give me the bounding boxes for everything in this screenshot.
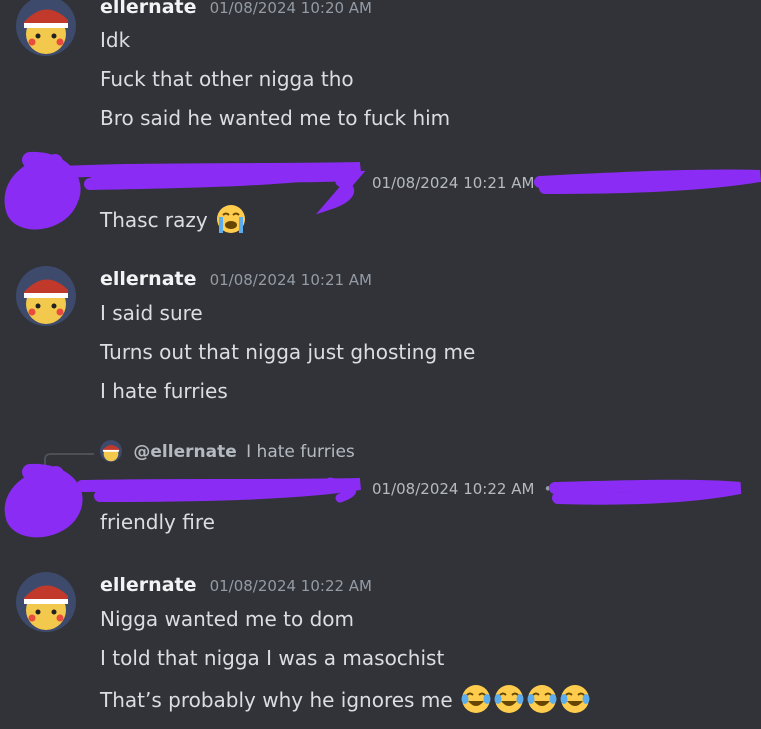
avatar[interactable] [16, 472, 76, 532]
username[interactable]: ellernate [100, 268, 196, 290]
pikachu-avatar-icon [100, 440, 122, 462]
message-header: ellernate 01/08/2024 10:21 AM [100, 268, 372, 292]
username[interactable]: ellernate [100, 0, 196, 18]
message-line: friendly fire [100, 510, 215, 534]
face-with-tears-of-joy-icon [461, 685, 491, 713]
face-with-tears-of-joy-icon [560, 685, 590, 713]
face-with-tears-of-joy-icon [527, 685, 557, 713]
reply-text: I hate furries [246, 442, 355, 462]
timestamp[interactable]: 01/08/2024 10:22 AM [210, 577, 372, 595]
timestamp[interactable]: 01/08/2024 10:21 AM [372, 174, 534, 192]
reply-avatar [100, 440, 122, 462]
message-header: ellernate 01/08/2024 10:22 AM [100, 574, 372, 598]
face-with-tears-of-joy-icon [494, 685, 524, 713]
message-line: Nigga wanted me to dom [100, 607, 355, 631]
avatar[interactable] [16, 0, 76, 56]
message-line: I said sure [100, 301, 203, 325]
timestamp[interactable]: 01/08/2024 10:21 AM [210, 271, 372, 289]
pikachu-avatar-icon [16, 0, 76, 56]
avatar[interactable] [16, 266, 76, 326]
avatar[interactable] [16, 166, 76, 226]
message-line: Thasc razy [100, 203, 247, 235]
pikachu-avatar-icon [16, 572, 76, 632]
chat-messages: ellernate 01/08/2024 10:20 AM Idk Fuck t… [0, 0, 761, 729]
message-line: Turns out that nigga just ghosting me [100, 340, 476, 364]
message-line: I hate furries [100, 379, 228, 403]
timestamp-separator: • [543, 480, 553, 498]
reply-username[interactable]: @ellernate [133, 442, 236, 462]
username[interactable]: ellernate [100, 574, 196, 596]
message-header: ellernate 01/08/2024 10:20 AM [100, 0, 372, 20]
message-line: Fuck that other nigga tho [100, 67, 354, 91]
reply-spine [44, 453, 94, 471]
message-line: I told that nigga I was a masochist [100, 646, 445, 670]
timestamp[interactable]: 01/08/2024 10:22 AM [372, 480, 534, 498]
message-header: 01/08/2024 10:21 AM [372, 173, 534, 197]
message-text: Thasc razy [100, 208, 208, 232]
timestamp[interactable]: 01/08/2024 10:20 AM [210, 0, 372, 17]
message-line: Bro said he wanted me to fuck him [100, 106, 451, 130]
message-header: 01/08/2024 10:22 AM • [372, 479, 552, 503]
message-text: That’s probably why he ignores me [100, 688, 453, 712]
pikachu-avatar-icon [16, 266, 76, 326]
message-line: Idk [100, 28, 131, 52]
avatar[interactable] [16, 572, 76, 632]
reply-preview[interactable]: @ellernate I hate furries [100, 440, 355, 464]
message-line: That’s probably why he ignores me [100, 683, 591, 715]
loudly-crying-face-icon [217, 205, 246, 233]
